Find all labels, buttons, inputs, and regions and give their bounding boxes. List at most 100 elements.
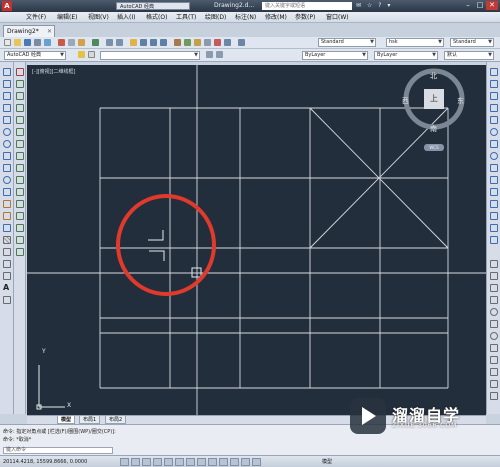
3d-object-snap-icon[interactable] [175, 458, 184, 466]
help-icons[interactable]: ✉ ☆ ? ▾ [356, 1, 392, 11]
copy-object-icon[interactable] [16, 80, 24, 88]
dim-style-combo[interactable]: hsk ▼ [386, 38, 444, 47]
ucs-toggle-icon[interactable] [197, 458, 206, 466]
tool-palettes-icon[interactable] [194, 39, 201, 46]
snap-extension-icon[interactable] [490, 116, 498, 124]
new-icon[interactable] [4, 39, 11, 46]
snap-center-icon[interactable] [490, 128, 498, 136]
make-current-icon[interactable] [206, 51, 213, 58]
autocad-logo-icon[interactable]: A [2, 1, 12, 11]
line-icon[interactable] [3, 68, 11, 76]
polyline-icon[interactable] [3, 92, 11, 100]
dim-jogged-icon[interactable] [490, 320, 498, 328]
snap-perpendicular-icon[interactable] [490, 164, 498, 172]
dim-arc-icon[interactable] [490, 284, 498, 292]
drawing-canvas[interactable]: [-][俯视][二维线框] 北 南 西 东 上 WCS Y X [27, 65, 486, 415]
snap-quadrant-icon[interactable] [490, 140, 498, 148]
copy-icon[interactable] [68, 39, 75, 46]
selection-cycling-icon[interactable] [252, 458, 261, 466]
tolerance-icon[interactable] [490, 392, 498, 400]
dim-diameter-icon[interactable] [490, 332, 498, 340]
point-icon[interactable] [3, 224, 11, 232]
quick-properties-icon[interactable] [241, 458, 250, 466]
tab-model[interactable]: 模型 [57, 416, 76, 424]
ortho-mode-icon[interactable] [142, 458, 151, 466]
workspace-selector[interactable]: AutoCAD 经典 [116, 2, 190, 10]
chamfer-icon[interactable] [16, 224, 24, 232]
lineweight-toggle-icon[interactable] [219, 458, 228, 466]
tab-close-icon[interactable]: ✕ [47, 26, 52, 37]
viewcube-west[interactable]: 西 [402, 96, 409, 106]
viewcube-top-face[interactable]: 上 [424, 89, 444, 109]
extend-icon[interactable] [16, 188, 24, 196]
snap-endpoint-icon[interactable] [490, 68, 498, 76]
dim-ordinate-icon[interactable] [490, 296, 498, 304]
region-icon[interactable] [3, 260, 11, 268]
menu-dimension[interactable]: 标注(N) [235, 12, 256, 23]
construction-line-icon[interactable] [3, 80, 11, 88]
explode-icon[interactable] [16, 248, 24, 256]
dynamic-input-icon[interactable] [208, 458, 217, 466]
print-icon[interactable] [34, 39, 41, 46]
cut-icon[interactable] [58, 39, 65, 46]
snap-apparent-icon[interactable] [490, 104, 498, 112]
menu-draw[interactable]: 绘图(D) [205, 12, 226, 23]
arc-icon[interactable] [3, 128, 11, 136]
transparency-toggle-icon[interactable] [230, 458, 239, 466]
mirror-icon[interactable] [16, 92, 24, 100]
move-icon[interactable] [16, 128, 24, 136]
menu-file[interactable]: 文件(F) [26, 12, 46, 23]
polygon-icon[interactable] [3, 104, 11, 112]
sheet-set-icon[interactable] [204, 39, 211, 46]
table-style-combo[interactable]: Standard ▼ [450, 38, 494, 47]
dim-linear-icon[interactable] [490, 260, 498, 268]
menu-edit[interactable]: 编辑(E) [57, 12, 77, 23]
model-space-toggle[interactable]: 模型 [322, 457, 332, 467]
insert-block-icon[interactable] [3, 200, 11, 208]
hatch-icon[interactable] [3, 236, 11, 244]
polar-tracking-icon[interactable] [153, 458, 162, 466]
help-icon[interactable] [238, 39, 245, 46]
search-input[interactable]: 键入关键字或短语 [262, 2, 352, 10]
dim-aligned-icon[interactable] [490, 272, 498, 280]
maximize-icon[interactable]: □ [474, 1, 486, 10]
dim-baseline-icon[interactable] [490, 368, 498, 376]
viewcube-south[interactable]: 南 [430, 124, 437, 134]
snap-insert-icon[interactable] [490, 188, 498, 196]
layer-manager-icon[interactable] [78, 51, 85, 58]
save-icon[interactable] [24, 39, 31, 46]
stretch-icon[interactable] [16, 164, 24, 172]
workspace-combo[interactable]: AutoCAD 经典 ▼ [4, 51, 66, 60]
menu-insert[interactable]: 插入(I) [117, 12, 135, 23]
array-icon[interactable] [16, 116, 24, 124]
layer-state-icon[interactable] [88, 51, 95, 58]
rectangle-icon[interactable] [3, 116, 11, 124]
offset-icon[interactable] [16, 104, 24, 112]
linetype-combo[interactable]: ByLayer ▼ [374, 51, 438, 60]
snap-mode-icon[interactable] [120, 458, 129, 466]
match-properties-icon[interactable] [92, 39, 99, 46]
ellipse-arc-icon[interactable] [3, 188, 11, 196]
minimize-icon[interactable]: – [462, 1, 474, 10]
object-snap-tracking-icon[interactable] [186, 458, 195, 466]
object-snap-icon[interactable] [164, 458, 173, 466]
snap-settings-icon[interactable] [490, 236, 498, 244]
layer-previous-icon[interactable] [216, 51, 223, 58]
close-icon[interactable]: ✕ [486, 1, 498, 10]
design-center-icon[interactable] [184, 39, 191, 46]
menu-parametric[interactable]: 参数(P) [295, 12, 315, 23]
erase-icon[interactable] [16, 68, 24, 76]
preview-icon[interactable] [44, 39, 51, 46]
fillet-icon[interactable] [16, 236, 24, 244]
open-icon[interactable] [14, 39, 21, 46]
redo-icon[interactable] [116, 39, 123, 46]
snap-intersection-icon[interactable] [490, 92, 498, 100]
dim-continue-icon[interactable] [490, 380, 498, 388]
menu-format[interactable]: 格式(O) [146, 12, 167, 23]
snap-parallel-icon[interactable] [490, 176, 498, 184]
paste-icon[interactable] [78, 39, 85, 46]
multiline-text-icon[interactable]: A [3, 284, 11, 292]
tab-drawing2[interactable]: Drawing2* ✕ [3, 25, 55, 37]
undo-icon[interactable] [106, 39, 113, 46]
quick-dim-icon[interactable] [490, 356, 498, 364]
